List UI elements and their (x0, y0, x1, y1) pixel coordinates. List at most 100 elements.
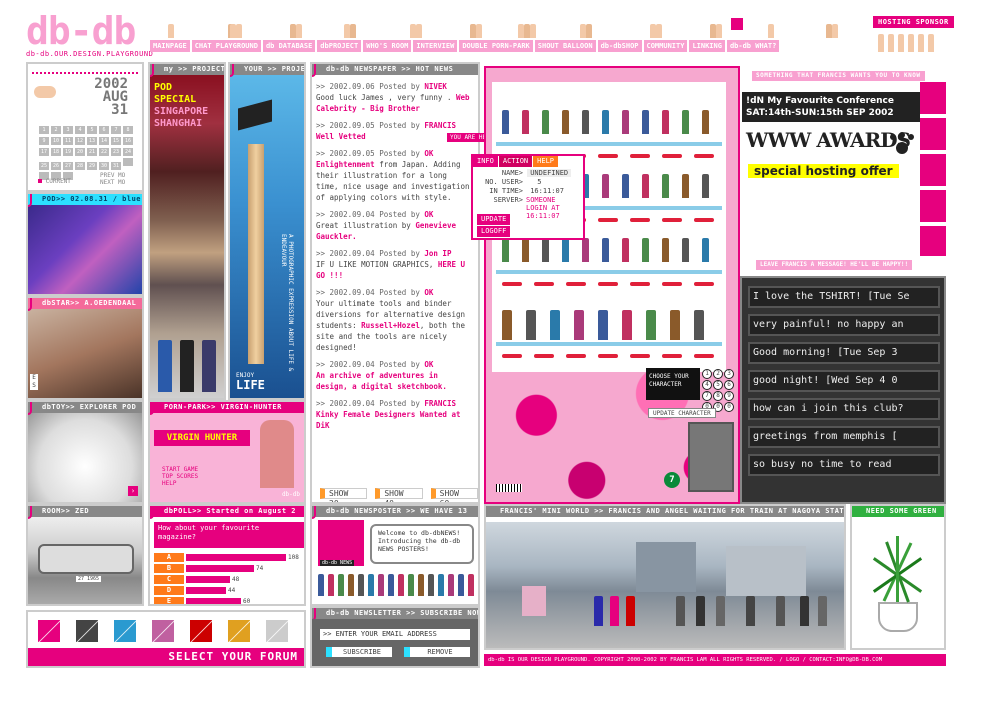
calendar-day-cell[interactable]: 19 (63, 148, 73, 156)
forum-cube-icon[interactable] (38, 620, 60, 642)
calendar-day-cell[interactable]: 30 (99, 162, 109, 170)
select-forum-label[interactable]: SELECT YOUR FORUM (28, 648, 304, 666)
nav-link-db-dbshop[interactable]: db-dbSHOP (597, 40, 642, 52)
calendar-day-cell[interactable]: 8 (123, 126, 133, 134)
conference-banner[interactable]: !dN My Favourite Conference SAT:14th-SUN… (742, 92, 920, 122)
calendar-day-cell[interactable]: 18 (51, 148, 61, 156)
message-row[interactable]: very painful! no happy an (748, 314, 940, 336)
calendar-day-cell[interactable]: 6 (99, 126, 109, 134)
calendar-day-cell[interactable]: 28 (75, 162, 85, 170)
character-figure[interactable] (502, 310, 512, 340)
character-figure[interactable] (562, 238, 569, 262)
news-link[interactable]: Well Vetted (316, 132, 366, 141)
character-number-5[interactable]: 5 (713, 380, 723, 390)
calendar-day-cell[interactable]: 25 (39, 162, 49, 170)
remove-button[interactable]: REMOVE (404, 647, 470, 657)
site-logo[interactable]: db-db db-db.OUR.DESIGN.PLAYGROUND (26, 12, 153, 58)
poll-option-row[interactable]: A 108 (154, 552, 304, 562)
nav-link-shout-balloon[interactable]: SHOUT BALLOON (534, 40, 596, 52)
character-figure[interactable] (702, 110, 709, 134)
forum-cube-icon[interactable] (228, 620, 250, 642)
character-figure[interactable] (642, 238, 649, 262)
character-figure[interactable] (582, 238, 589, 262)
show-60-button[interactable]: SHOW 60 (430, 488, 478, 502)
calendar-next-link[interactable]: NEXT MO (100, 179, 125, 186)
calendar-day-cell[interactable]: 29 (87, 162, 97, 170)
character-figure[interactable] (642, 110, 649, 134)
character-figure[interactable] (602, 110, 609, 134)
message-row[interactable]: how can i join this club? (748, 398, 940, 420)
forum-cube-icon[interactable] (266, 620, 288, 642)
news-link[interactable]: Enlightenment (316, 160, 375, 169)
forum-cube-icon[interactable] (190, 620, 212, 642)
character-figure[interactable] (702, 238, 709, 262)
calendar-day-cell[interactable]: 22 (99, 148, 109, 156)
calendar-day-cell[interactable]: 14 (99, 137, 109, 145)
news-author-link[interactable]: FRANCIS (424, 121, 456, 130)
show-40-button[interactable]: SHOW 40 (375, 488, 423, 502)
news-link[interactable]: Kinky Female Designers Wanted at DiK (316, 410, 461, 430)
character-number-8[interactable]: 8 (713, 391, 723, 401)
explorer-pod-image[interactable] (28, 413, 142, 502)
calendar-day-cell[interactable]: 27 (63, 162, 73, 170)
poll-option-row[interactable]: E 60 (154, 596, 304, 604)
nav-link-who-s-room[interactable]: WHO'S ROOM (363, 40, 412, 52)
character-figure[interactable] (602, 174, 609, 198)
character-figure[interactable] (622, 310, 632, 340)
character-figure[interactable] (642, 174, 649, 198)
help-link[interactable]: HELP (162, 480, 198, 487)
character-figure[interactable] (622, 238, 629, 262)
character-figure[interactable] (522, 238, 529, 262)
poll-option-row[interactable]: C 48 (154, 574, 304, 584)
character-figure[interactable] (670, 310, 680, 340)
character-figure[interactable] (522, 110, 529, 134)
dbstar-photo[interactable] (28, 309, 142, 398)
character-number-2[interactable]: 2 (713, 369, 723, 379)
character-figure[interactable] (502, 238, 509, 262)
news-author-link[interactable]: NIVEK (424, 82, 447, 91)
poll-option-row[interactable]: D 44 (154, 585, 304, 595)
calendar-day-cell[interactable]: 12 (75, 137, 85, 145)
character-number-3[interactable]: 3 (724, 369, 734, 379)
character-number-9[interactable]: 9 (724, 391, 734, 401)
pod-image[interactable] (28, 205, 142, 294)
update-character-button[interactable]: UPDATE CHARACTER (648, 408, 716, 418)
nav-link-interview[interactable]: INTERVIEW (413, 40, 458, 52)
calendar-day-cell[interactable] (123, 158, 133, 166)
start-game-link[interactable]: START GAME (162, 466, 198, 473)
character-figure[interactable] (702, 174, 709, 198)
lang-e-button[interactable]: E (30, 374, 38, 382)
next-arrow-icon[interactable]: › (128, 486, 138, 496)
calendar-day-cell[interactable]: 2 (51, 126, 61, 134)
character-figure[interactable] (582, 110, 589, 134)
top-scores-link[interactable]: TOP SCORES (162, 473, 198, 480)
character-figure[interactable] (542, 238, 549, 262)
nav-link-community[interactable]: COMMUNITY (643, 40, 688, 52)
character-figure[interactable] (682, 110, 689, 134)
tab-action[interactable]: ACTION (498, 156, 533, 167)
news-author-link[interactable]: OK (424, 210, 433, 219)
calendar-day-cell[interactable]: 11 (63, 137, 73, 145)
character-figure[interactable] (682, 174, 689, 198)
character-figure[interactable] (598, 310, 608, 340)
news-author-link[interactable]: OK (424, 360, 433, 369)
character-number-grid[interactable]: 1 2 34 5 67 8 90 0 0 (702, 368, 736, 412)
calendar-day-cell[interactable]: 3 (63, 126, 73, 134)
calendar-day-cell[interactable]: 10 (51, 137, 61, 145)
calendar-day-cell[interactable]: 24 (123, 148, 133, 156)
tab-info[interactable]: INFO (473, 156, 498, 167)
calendar-day-cell[interactable]: 13 (87, 137, 97, 145)
character-figure[interactable] (622, 110, 629, 134)
nav-link-linking[interactable]: LINKING (689, 40, 725, 52)
calendar-day-cell[interactable]: 16 (123, 137, 133, 145)
update-button[interactable]: UPDATE (477, 214, 511, 225)
character-figure[interactable] (662, 110, 669, 134)
character-figure[interactable] (562, 110, 569, 134)
nav-link-double-porn-park[interactable]: DOUBLE PORN-PARK (459, 40, 533, 52)
poll-option-row[interactable]: B 74 (154, 563, 304, 573)
message-row[interactable]: greetings from memphis [ (748, 426, 940, 448)
nav-link-db-db-what-[interactable]: db-db WHAT? (726, 40, 780, 52)
forum-cube-icon[interactable] (152, 620, 174, 642)
subscribe-button[interactable]: SUBSCRIBE (326, 647, 392, 657)
news-author-link[interactable]: FRANCIS (424, 399, 456, 408)
